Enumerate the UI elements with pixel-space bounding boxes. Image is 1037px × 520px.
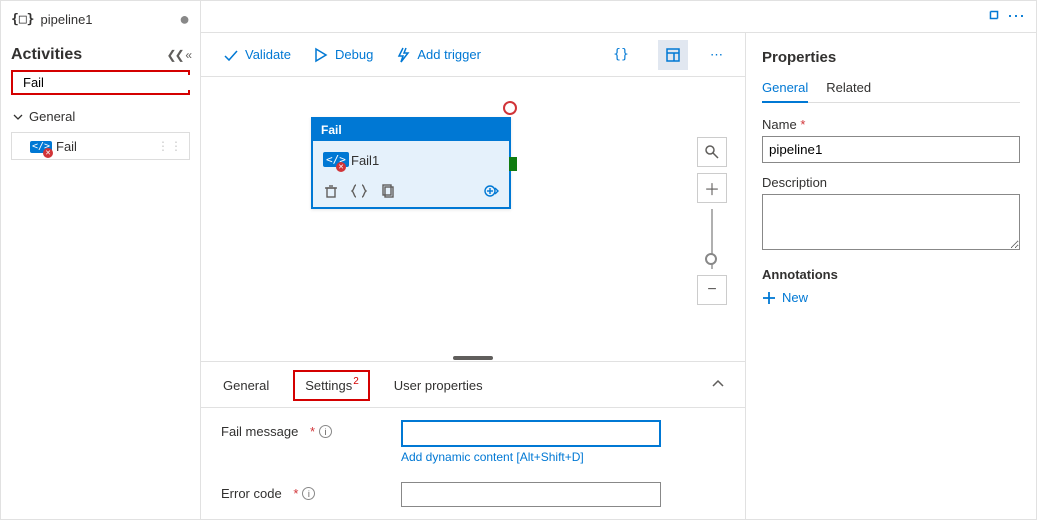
canvas-more-icon[interactable]: ⋯: [710, 47, 723, 63]
pipeline-icon: {□}: [11, 12, 34, 27]
fail-activity-icon: </>✕: [323, 151, 343, 169]
canvas-toolbar: Validate Debug Add trigger {}: [201, 33, 745, 77]
annotations-label: Annotations: [762, 267, 1020, 282]
new-annotation-button[interactable]: New: [762, 290, 1020, 305]
error-code-input[interactable]: [401, 482, 661, 507]
success-connector[interactable]: [509, 157, 517, 171]
pipeline-name-input[interactable]: [762, 136, 1020, 163]
drag-handle-icon[interactable]: ⋮⋮: [157, 139, 183, 153]
zoom-controls: ＋ −: [697, 137, 727, 305]
plus-icon: [762, 291, 776, 305]
zoom-handle[interactable]: [705, 253, 717, 265]
tab-settings[interactable]: Settings2: [293, 370, 370, 401]
info-icon[interactable]: i: [319, 425, 332, 438]
properties-tab-related[interactable]: Related: [826, 80, 871, 102]
activities-search[interactable]: [11, 70, 190, 95]
fail-message-input[interactable]: [401, 420, 661, 447]
unsaved-indicator-icon: ●: [179, 9, 190, 30]
activities-title: Activities: [11, 46, 82, 64]
properties-toggle-button[interactable]: [658, 40, 688, 70]
tab-bar: ⋯: [201, 1, 1036, 33]
info-icon[interactable]: i: [302, 487, 315, 500]
validation-error-icon: [503, 101, 517, 115]
node-name: Fail1: [351, 153, 379, 168]
zoom-in-button[interactable]: ＋: [697, 173, 727, 203]
more-icon[interactable]: ⋯: [1007, 6, 1026, 27]
node-type-label: Fail: [313, 119, 509, 141]
name-label: Name *: [762, 117, 805, 132]
code-view-button[interactable]: {}: [606, 40, 636, 70]
add-output-icon[interactable]: [483, 183, 499, 199]
collapse-panel-icon[interactable]: [711, 377, 725, 394]
error-code-label: Error code * i: [221, 482, 401, 501]
validate-button[interactable]: Validate: [223, 47, 291, 63]
add-trigger-button[interactable]: Add trigger: [395, 47, 481, 63]
properties-panel: Properties General Related Name * Descri…: [746, 33, 1036, 519]
tab-general[interactable]: General: [221, 374, 271, 397]
play-icon: [313, 47, 329, 63]
zoom-out-button[interactable]: −: [697, 275, 727, 305]
fail-activity-icon: </>✕: [30, 137, 50, 155]
activity-item-label: Fail: [56, 139, 77, 154]
pipeline-description-input[interactable]: [762, 194, 1020, 250]
copy-icon[interactable]: [379, 183, 395, 199]
fail-activity-node[interactable]: Fail </>✕ Fail1: [311, 117, 511, 209]
trigger-icon: [395, 47, 411, 63]
chevron-down-icon: [13, 112, 23, 122]
activities-sidebar: {□} pipeline1 ● Activities ❮❮ « General …: [1, 1, 201, 519]
properties-icon: [665, 47, 681, 63]
debug-button[interactable]: Debug: [313, 47, 373, 63]
properties-title: Properties: [762, 49, 1020, 66]
collapse-sidebar-icon[interactable]: ❮❮ «: [167, 48, 190, 62]
zoom-slider[interactable]: [711, 209, 713, 269]
search-icon: [704, 144, 720, 160]
settings-error-count: 2: [353, 376, 359, 387]
activities-search-input[interactable]: [23, 75, 199, 90]
tab-user-properties[interactable]: User properties: [392, 374, 485, 397]
category-general[interactable]: General: [11, 105, 190, 128]
description-label: Description: [762, 175, 827, 190]
delete-icon[interactable]: [323, 183, 339, 199]
fit-to-screen-button[interactable]: [697, 137, 727, 167]
pipeline-canvas[interactable]: Fail </>✕ Fail1: [201, 77, 745, 355]
check-icon: [223, 47, 239, 63]
activity-item-fail[interactable]: </>✕ Fail ⋮⋮: [11, 132, 190, 160]
category-label: General: [29, 109, 75, 124]
pipeline-name: pipeline1: [40, 12, 92, 27]
expand-icon[interactable]: [987, 8, 1001, 25]
properties-tab-general[interactable]: General: [762, 80, 808, 103]
activity-settings-panel: General Settings2 User properties Fail m…: [201, 361, 745, 519]
braces-icon[interactable]: [351, 183, 367, 199]
add-dynamic-content-link[interactable]: Add dynamic content [Alt+Shift+D]: [401, 450, 725, 464]
fail-message-label: Fail message * i: [221, 420, 401, 439]
